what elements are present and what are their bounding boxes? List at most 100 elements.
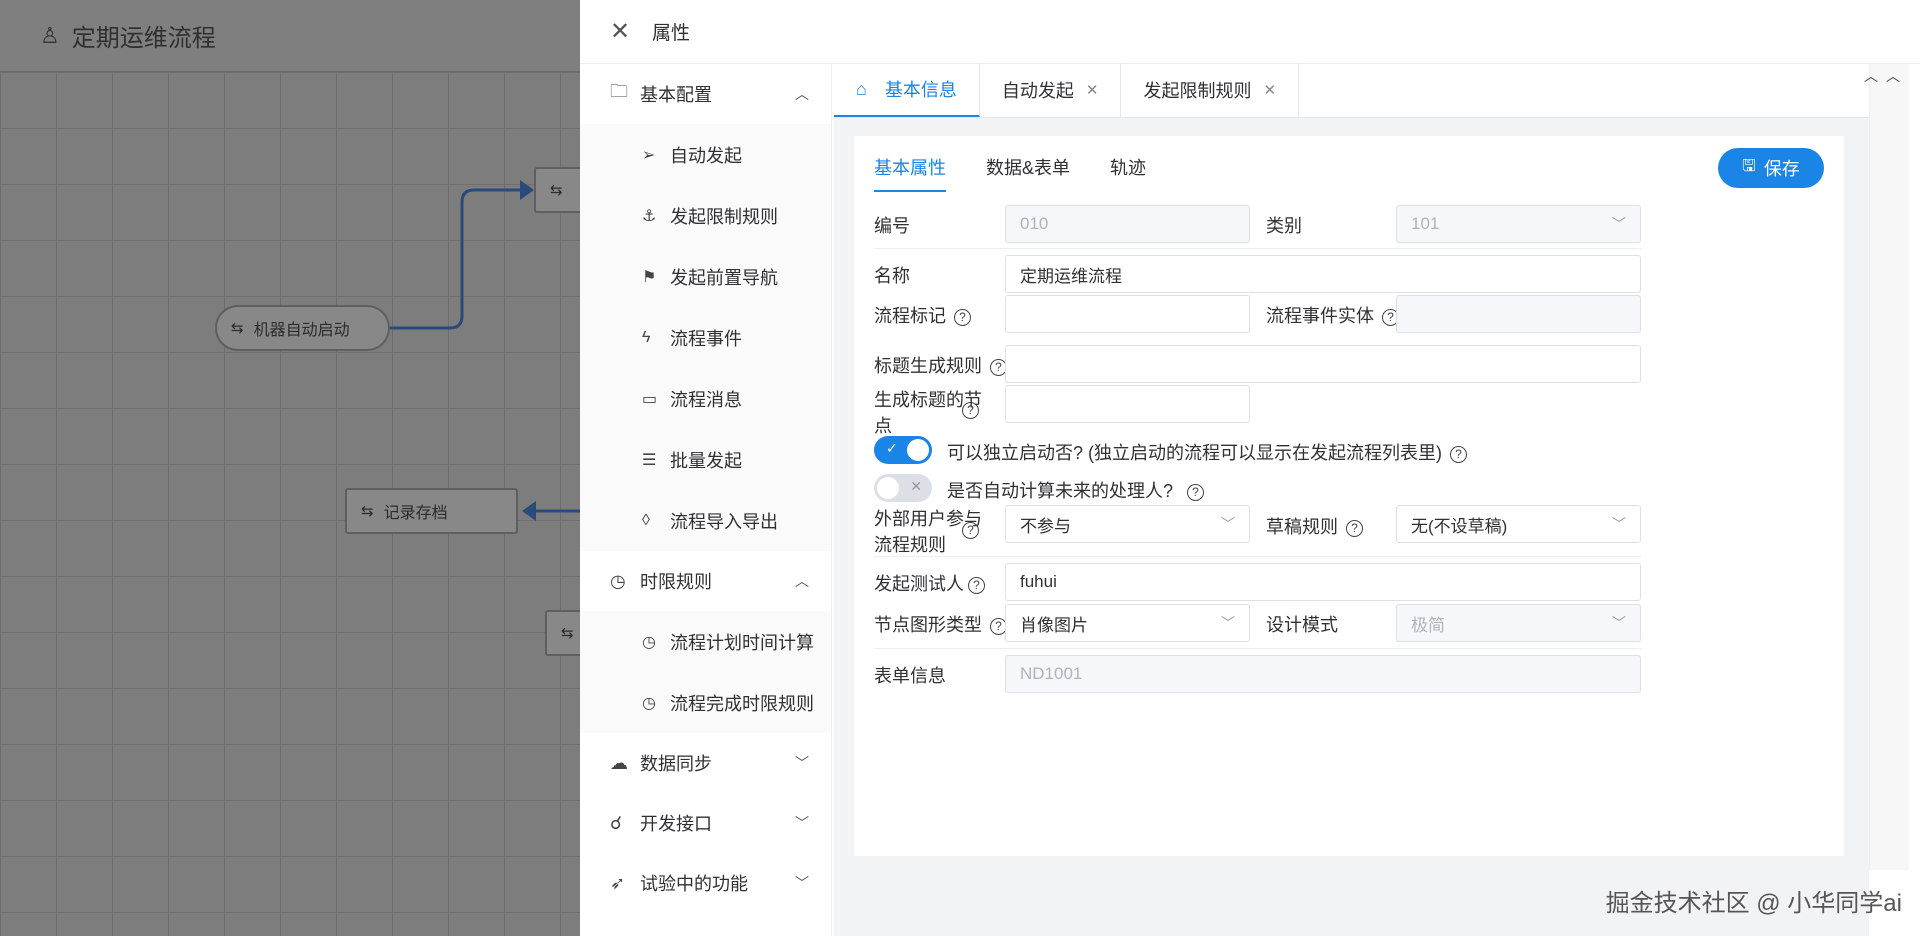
chevron-down-icon: ﹀ xyxy=(1221,516,1235,532)
auto-calc-label: 是否自动计算未来的处理人?? xyxy=(947,477,1205,503)
close-icon[interactable]: ✕ xyxy=(610,17,638,46)
menu-group-time-rules[interactable]: ◷ 时限规则 ︿ xyxy=(580,551,831,611)
clock-icon: ◷ xyxy=(642,633,656,651)
tester-field[interactable]: fuhui xyxy=(1005,563,1641,601)
help-icon[interactable]: ? xyxy=(954,308,971,326)
panel-title: 属性 xyxy=(652,23,691,44)
title-node-field[interactable] xyxy=(1005,385,1250,423)
chevron-up-icon[interactable]: ︿ xyxy=(1864,66,1878,86)
menu-group-basic-config[interactable]: 🗀 基本配置 ︿ xyxy=(580,64,831,124)
event-entity-label: 流程事件实体? xyxy=(1266,302,1399,328)
subtab-track[interactable]: 轨迹 xyxy=(1110,154,1146,192)
message-icon: ▭ xyxy=(642,390,658,408)
title-rule-field[interactable] xyxy=(1005,345,1641,383)
anchor-icon: ⚓ xyxy=(642,207,657,225)
scrollbar[interactable] xyxy=(1869,64,1909,870)
save-icon: 🖫 xyxy=(1742,157,1756,175)
sidebar-item-auto-start[interactable]: ➢ 自动发起 xyxy=(580,124,831,185)
sidebar-item-batch-start[interactable]: ☰ 批量发起 xyxy=(580,429,831,490)
sidebar-item-import-export[interactable]: ◊ 流程导入导出 xyxy=(580,490,831,551)
form-info-field[interactable]: ND1001 xyxy=(1005,655,1641,693)
divider xyxy=(874,248,1641,249)
sidebar-item-flow-event[interactable]: ϟ 流程事件 xyxy=(580,307,831,368)
independent-start-toggle[interactable]: ✓ xyxy=(874,436,932,464)
subtabs: 基本属性 数据&表单 轨迹 xyxy=(874,154,1146,192)
subtab-data-form[interactable]: 数据&表单 xyxy=(986,154,1070,192)
menu-group-dev-api[interactable]: ☌ 开发接口 ﹀ xyxy=(580,793,831,853)
subtab-basic-props[interactable]: 基本属性 xyxy=(874,154,946,192)
category-label: 类别 xyxy=(1266,216,1302,236)
form-info-label: 表单信息 xyxy=(874,666,946,686)
sidebar-item-complete-limit[interactable]: ◷ 流程完成时限规则 xyxy=(580,672,831,733)
flow-node-icon: ⇆ xyxy=(231,320,244,337)
scroll-up-controls[interactable]: ︿ ︿ xyxy=(1864,66,1900,86)
category-select[interactable]: 101 ﹀ xyxy=(1396,205,1641,243)
external-rule-select[interactable]: 不参与 ﹀ xyxy=(1005,505,1250,543)
draft-rule-select[interactable]: 无(不设草稿) ﹀ xyxy=(1396,505,1641,543)
settings-sidebar: 🗀 基本配置 ︿ ➢ 自动发起 ⚓ 发起限制规则 ⚑ 发起前置导航 ϟ 流程事件… xyxy=(580,64,832,936)
flow-node-archive[interactable]: ⇆ 记录存档 xyxy=(345,488,518,534)
no-label: 编号 xyxy=(874,216,910,236)
close-icon[interactable]: ✕ xyxy=(1263,81,1276,99)
close-icon[interactable]: ✕ xyxy=(1086,81,1099,99)
flow-edge xyxy=(390,180,580,521)
design-mode-label: 设计模式 xyxy=(1266,615,1338,635)
menu-group-data-sync[interactable]: ☁ 数据同步 ﹀ xyxy=(580,733,831,793)
node-shape-select[interactable]: 肖像图片 ﹀ xyxy=(1005,604,1250,642)
cloud-upload-icon: ☁ xyxy=(610,752,628,773)
content-area: ⌂ 基本信息 自动发起 ✕ 发起限制规则 ✕ 基本属性 数据&表单 轨迹 🖫 保… xyxy=(834,63,1869,936)
submenu-basic-config: ➢ 自动发起 ⚓ 发起限制规则 ⚑ 发起前置导航 ϟ 流程事件 ▭ 流程消息 ☰… xyxy=(580,124,831,551)
sidebar-item-pre-nav[interactable]: ⚑ 发起前置导航 xyxy=(580,246,831,307)
clock-icon: ◷ xyxy=(642,694,656,712)
chevron-up-icon: ︿ xyxy=(795,573,809,589)
api-icon: ☌ xyxy=(610,812,623,833)
page-title: 定期运维流程 xyxy=(71,25,216,52)
send-icon: ➢ xyxy=(642,146,656,164)
divider xyxy=(874,556,1641,557)
help-icon[interactable]: ? xyxy=(1346,519,1363,537)
tabs-bar: ⌂ 基本信息 自动发起 ✕ 发起限制规则 ✕ xyxy=(834,63,1869,118)
help-icon[interactable]: ? xyxy=(1450,445,1467,463)
event-entity-field[interactable] xyxy=(1396,295,1641,333)
watermark: 掘金技术社区 @ 小华同学ai xyxy=(1605,890,1902,917)
chevron-down-icon: ﹀ xyxy=(795,875,809,891)
lightning-icon: ϟ xyxy=(642,328,651,346)
chevron-down-icon: ﹀ xyxy=(1612,615,1626,631)
chevron-down-icon: ﹀ xyxy=(1612,516,1626,532)
chevron-down-icon: ﹀ xyxy=(795,755,809,771)
tab-start-limit[interactable]: 发起限制规则 ✕ xyxy=(1121,63,1300,117)
help-icon[interactable]: ? xyxy=(962,522,979,539)
chevron-down-icon: ﹀ xyxy=(1612,216,1626,232)
help-icon[interactable]: ? xyxy=(962,402,979,419)
panel-header: ✕ 属性 xyxy=(580,0,1920,64)
name-field[interactable]: 定期运维流程 xyxy=(1005,255,1641,293)
help-icon[interactable]: ? xyxy=(1187,483,1205,501)
canvas-header: ♙ 定期运维流程 xyxy=(0,0,580,72)
flow-node-icon: ⇆ xyxy=(361,503,374,520)
help-icon[interactable]: ? xyxy=(968,576,985,594)
chevron-up-icon: ︿ xyxy=(795,86,809,102)
flow-node-icon: ⇆ xyxy=(550,182,563,199)
design-mode-select[interactable]: 极简 ﹀ xyxy=(1396,604,1641,642)
sidebar-item-flow-message[interactable]: ▭ 流程消息 xyxy=(580,368,831,429)
tab-auto-start[interactable]: 自动发起 ✕ xyxy=(980,63,1122,117)
home-icon: ⌂ xyxy=(856,78,867,99)
mark-label: 流程标记? xyxy=(874,302,971,328)
chevron-up-icon[interactable]: ︿ xyxy=(1886,66,1900,86)
auto-calc-toggle[interactable]: ✕ xyxy=(874,474,932,502)
node-shape-label: 节点图形类型? xyxy=(874,611,1007,637)
mark-field[interactable] xyxy=(1005,295,1250,333)
sidebar-item-start-limit[interactable]: ⚓ 发起限制规则 xyxy=(580,185,831,246)
signpost-icon: ⚑ xyxy=(642,268,657,286)
independent-start-label: 可以独立启动否? (独立启动的流程可以显示在发起流程列表里)? xyxy=(947,439,1467,465)
check-icon: ✓ xyxy=(886,440,898,456)
title-rule-label: 标题生成规则? xyxy=(874,352,1007,378)
save-button[interactable]: 🖫 保存 xyxy=(1718,148,1824,188)
flow-node-start[interactable]: ⇆ 机器自动启动 xyxy=(215,305,390,351)
tab-basic-info[interactable]: ⌂ 基本信息 xyxy=(834,63,980,117)
no-field[interactable]: 010 xyxy=(1005,205,1250,243)
sidebar-item-plan-time[interactable]: ◷ 流程计划时间计算 xyxy=(580,611,831,672)
menu-group-experimental[interactable]: ➶ 试验中的功能 ﹀ xyxy=(580,853,831,913)
chevron-down-icon: ﹀ xyxy=(795,815,809,831)
folder-icon: 🗀 xyxy=(610,81,628,101)
